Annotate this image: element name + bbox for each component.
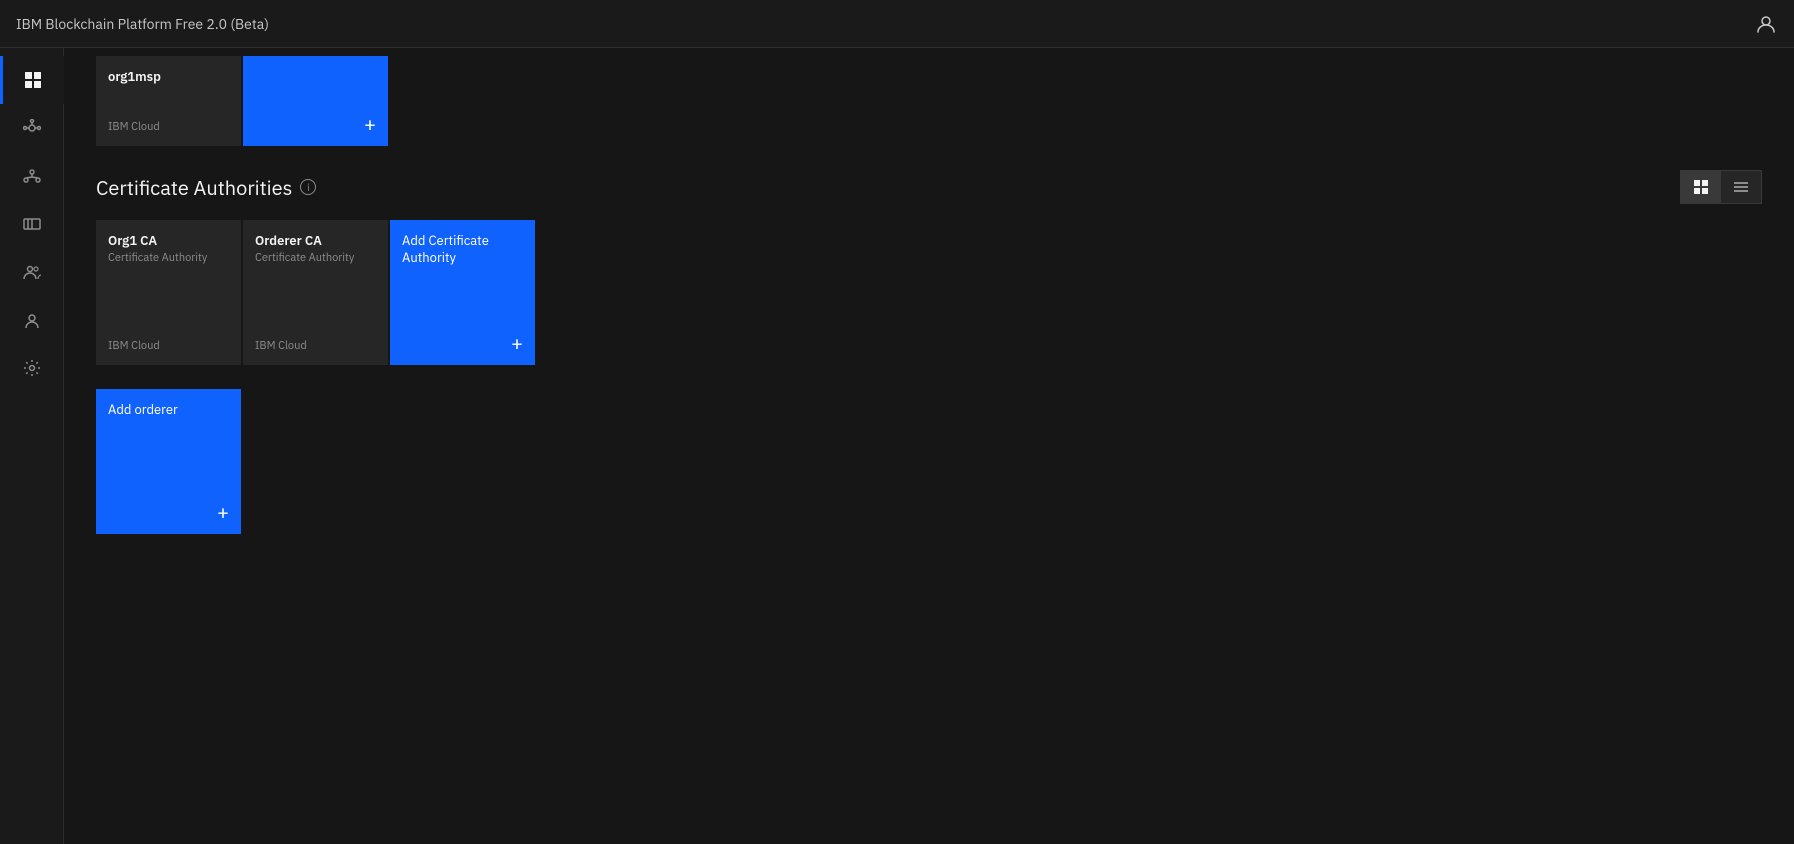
add-top-card[interactable]: + <box>243 56 388 146</box>
org1msp-card-name: org1msp <box>108 68 229 85</box>
orderers-section: Add orderer + <box>96 389 1762 534</box>
grid-view-button[interactable] <box>1681 171 1721 203</box>
dashboard-icon <box>23 70 43 90</box>
sidebar-item-network[interactable] <box>0 104 64 152</box>
app-title: IBM Blockchain Platform Free 2.0 (Beta) <box>16 15 269 33</box>
view-toggle <box>1680 170 1762 204</box>
ca-title-area: Certificate Authorities i <box>96 174 316 201</box>
org1msp-card[interactable]: org1msp IBM Cloud <box>96 56 241 146</box>
add-ca-card[interactable]: Add Certificate Authority + <box>390 220 535 365</box>
channels-icon <box>22 214 42 234</box>
ordererca-card[interactable]: Orderer CA Certificate Authority IBM Clo… <box>243 220 388 365</box>
user-icon[interactable] <box>1754 12 1778 36</box>
ordererca-card-cloud: IBM Cloud <box>255 339 307 353</box>
add-ca-card-label: Add Certificate Authority <box>402 232 523 266</box>
add-top-card-plus-icon: + <box>364 114 376 134</box>
add-orderer-card[interactable]: Add orderer + <box>96 389 241 534</box>
sidebar-item-channels[interactable] <box>0 200 64 248</box>
settings-icon <box>22 358 42 378</box>
org1msp-card-cloud: IBM Cloud <box>108 120 160 134</box>
add-orderer-card-plus-icon: + <box>217 502 229 522</box>
members-icon <box>22 262 42 282</box>
ca-section-title: Certificate Authorities <box>96 174 292 201</box>
ca-cards-grid: Org1 CA Certificate Authority IBM Cloud … <box>96 220 1762 365</box>
content-area: org1msp IBM Cloud + Certificate Authorit… <box>64 48 1794 844</box>
org1ca-card-name: Org1 CA <box>108 232 229 249</box>
org1ca-card[interactable]: Org1 CA Certificate Authority IBM Cloud <box>96 220 241 365</box>
add-orderer-card-label: Add orderer <box>108 401 229 418</box>
network-icon <box>22 118 42 138</box>
organizations-icon <box>22 166 42 186</box>
ordererca-card-type: Certificate Authority <box>255 251 376 265</box>
sidebar-item-dashboard[interactable] <box>0 56 64 104</box>
topbar: IBM Blockchain Platform Free 2.0 (Beta) <box>0 0 1794 48</box>
top-section: org1msp IBM Cloud + <box>96 56 1762 146</box>
orderers-cards-grid: Add orderer + <box>96 389 1762 534</box>
add-ca-card-plus-icon: + <box>511 333 523 353</box>
sidebar-item-organizations[interactable] <box>0 152 64 200</box>
org1ca-card-type: Certificate Authority <box>108 251 229 265</box>
sidebar-item-members[interactable] <box>0 248 64 296</box>
list-view-button[interactable] <box>1721 171 1761 203</box>
ca-info-icon[interactable]: i <box>300 179 316 195</box>
sidebar <box>0 48 64 844</box>
main-layout: org1msp IBM Cloud + Certificate Authorit… <box>0 48 1794 844</box>
org1ca-card-cloud: IBM Cloud <box>108 339 160 353</box>
sidebar-item-identity[interactable] <box>0 296 64 344</box>
identity-icon <box>22 310 42 330</box>
ordererca-card-name: Orderer CA <box>255 232 376 249</box>
sidebar-item-settings[interactable] <box>0 344 64 392</box>
ca-section-header: Certificate Authorities i <box>96 170 1762 204</box>
top-cards: org1msp IBM Cloud + <box>96 56 1762 146</box>
